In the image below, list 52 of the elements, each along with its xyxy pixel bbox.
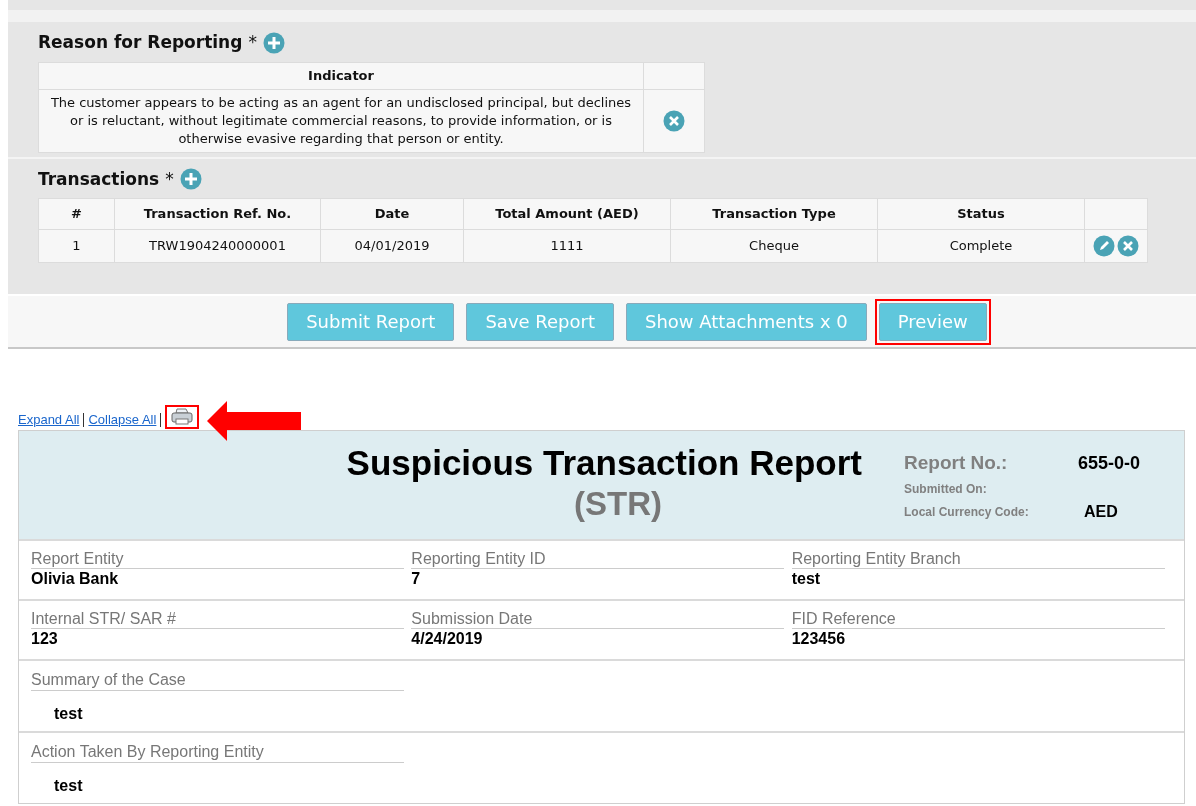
report-title: Suspicious Transaction Report <box>346 443 862 483</box>
edit-icon[interactable] <box>1093 235 1115 257</box>
field-label: Report Entity <box>31 550 404 569</box>
required-mark: * <box>165 167 174 191</box>
table-cell: The customer appears to be acting as an agent for an undisclosed principal, but declines or is reluctant, without legitimate commercial reasons, to provide information, or is otherwise evasive regarding that person or entity. <box>38 89 644 152</box>
column-header: Transaction Ref. No. <box>114 198 321 230</box>
add-icon[interactable] <box>262 31 285 54</box>
table-cell: 1 <box>38 229 115 263</box>
required-mark: * <box>248 31 257 54</box>
field-value: test <box>791 569 822 589</box>
field-value: test <box>54 776 84 796</box>
field-value: 123 <box>31 629 59 649</box>
printer-icon[interactable] <box>171 408 194 426</box>
field-value: 123456 <box>791 629 847 649</box>
field-label: Internal STR/ SAR # <box>31 610 404 629</box>
table-cell: Cheque <box>670 229 878 263</box>
field-label: Submission Date <box>411 610 785 629</box>
table-cell: Complete <box>877 229 1085 263</box>
column-header: # <box>38 198 115 230</box>
column-header: Status <box>877 198 1085 230</box>
column-header: Total Amount (AED) <box>463 198 671 230</box>
section-title: Transactions <box>38 167 160 191</box>
field-label: Action Taken By Reporting Entity <box>31 742 404 763</box>
table-cell: TRW1904240000001 <box>114 229 321 263</box>
column-header: Indicator <box>38 62 644 89</box>
field-label: Reporting Entity ID <box>411 550 785 569</box>
meta-label: Submitted On: <box>904 480 988 498</box>
field-label: Summary of the Case <box>31 670 404 691</box>
column-header: Date <box>320 198 464 230</box>
text-link[interactable]: Collapse All <box>88 409 157 429</box>
column-header: Transaction Type <box>670 198 878 230</box>
meta-value: AED <box>1084 501 1118 522</box>
meta-label: Local Currency Code: <box>904 503 1030 521</box>
form-button[interactable]: Submit Report <box>287 302 455 341</box>
table-cell: 04/01/2019 <box>320 229 464 263</box>
remove-icon[interactable] <box>663 109 685 132</box>
meta-value: 655-0-0 <box>1078 452 1141 475</box>
form-button[interactable]: Show Attachments x 0 <box>626 302 867 341</box>
report-subtitle: (STR) <box>574 484 662 524</box>
field-value: 7 <box>411 569 422 589</box>
add-icon[interactable] <box>179 168 202 191</box>
field-value: Olivia Bank <box>31 569 120 589</box>
field-value: 4/24/2019 <box>411 629 484 649</box>
field-label: FID Reference <box>791 610 1165 629</box>
field-value: test <box>54 704 84 724</box>
text-link[interactable]: Expand All <box>18 409 80 429</box>
form-button[interactable]: Save Report <box>466 302 614 341</box>
field-label: Reporting Entity Branch <box>791 550 1165 569</box>
section-title: Reason for Reporting <box>38 31 243 54</box>
remove-icon[interactable] <box>1117 235 1139 257</box>
form-button[interactable]: Preview <box>878 302 987 341</box>
table-cell: 1111 <box>463 229 671 263</box>
